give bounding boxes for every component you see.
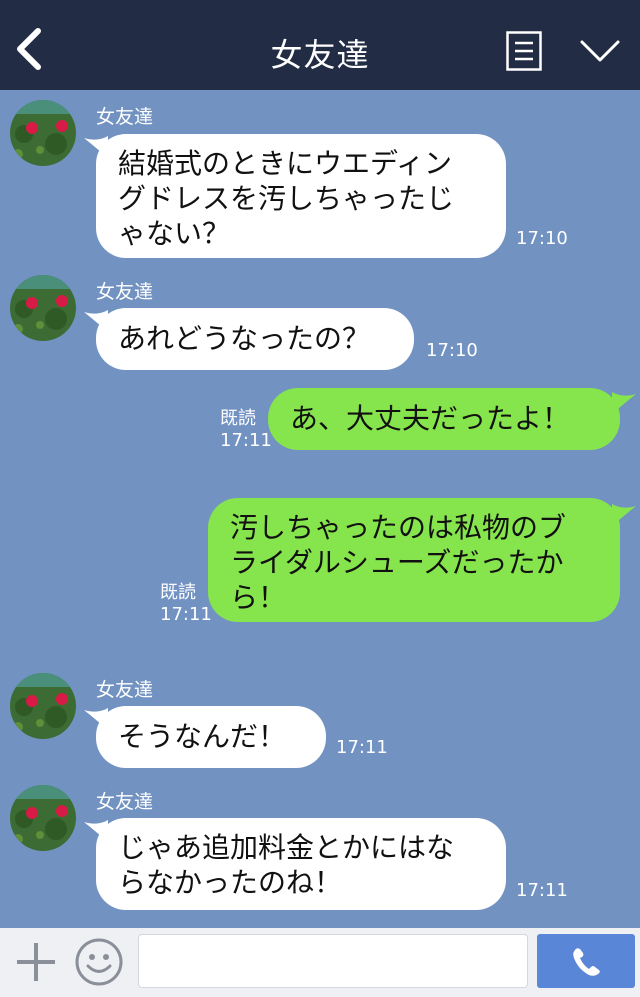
message-time: 17:10 bbox=[516, 228, 568, 249]
message-line: ゃない？ bbox=[118, 217, 231, 250]
call-button[interactable] bbox=[537, 934, 635, 988]
message-time: 17:11 bbox=[516, 880, 568, 901]
avatar-flower-icon bbox=[10, 100, 76, 166]
message-time: 17:11 bbox=[220, 430, 272, 451]
message-line: 結婚式のときにウエディン bbox=[118, 147, 453, 180]
message-line: らなかったのね！ bbox=[118, 866, 343, 899]
sender-name: 女友達 bbox=[96, 106, 154, 128]
read-receipt: 既読 17:11 bbox=[160, 582, 212, 626]
collapse-button[interactable] bbox=[578, 34, 622, 66]
chevron-down-icon bbox=[580, 40, 620, 62]
chat-header: 女友達 bbox=[0, 0, 640, 90]
emoji-button[interactable] bbox=[74, 937, 124, 987]
phone-icon bbox=[573, 948, 600, 976]
read-label: 既読 bbox=[160, 582, 196, 603]
message-line: じゃあ追加料金とかにはな bbox=[118, 831, 455, 864]
avatar-flower-icon bbox=[10, 673, 76, 739]
message-bubble-outgoing[interactable]: 汚しちゃったのは私物のブ ライダルシューズだったか ら！ bbox=[208, 498, 620, 622]
back-button[interactable] bbox=[12, 26, 52, 72]
chat-area[interactable]: 女友達 結婚式のときにウエディン グドレスを汚しちゃったじ ゃない？ 17:10… bbox=[0, 90, 640, 928]
message-bubble-incoming[interactable]: そうなんだ！ bbox=[96, 706, 326, 768]
message-line: ライダルシューズだったか bbox=[230, 546, 564, 579]
sender-name: 女友達 bbox=[96, 679, 154, 701]
sender-name: 女友達 bbox=[96, 281, 154, 303]
message-input[interactable] bbox=[138, 934, 528, 988]
avatar-flower-icon bbox=[10, 785, 76, 851]
message-bubble-outgoing[interactable]: あ、大丈夫だったよ！ bbox=[268, 388, 620, 450]
read-receipt: 既読 17:11 bbox=[220, 408, 272, 452]
message-time: 17:11 bbox=[336, 737, 388, 758]
avatar[interactable] bbox=[10, 785, 76, 851]
avatar[interactable] bbox=[10, 673, 76, 739]
message-bubble-incoming[interactable]: あれどうなったの？ bbox=[96, 308, 414, 370]
plus-icon bbox=[17, 943, 55, 981]
smiley-icon bbox=[75, 938, 123, 986]
message-bubble-incoming[interactable]: じゃあ追加料金とかにはな らなかったのね！ bbox=[96, 818, 506, 910]
chat-title: 女友達 bbox=[270, 36, 370, 74]
add-attachment-button[interactable] bbox=[14, 940, 58, 984]
message-line: そうなんだ！ bbox=[118, 720, 287, 753]
chevron-left-icon bbox=[17, 28, 41, 70]
message-line: グドレスを汚しちゃったじ bbox=[118, 182, 455, 215]
read-label: 既読 bbox=[220, 408, 256, 429]
message-time: 17:11 bbox=[160, 604, 212, 625]
avatar[interactable] bbox=[10, 100, 76, 166]
message-line: ら！ bbox=[230, 581, 287, 614]
message-bubble-incoming[interactable]: 結婚式のときにウエディン グドレスを汚しちゃったじ ゃない？ bbox=[96, 134, 506, 258]
message-line: 汚しちゃったのは私物のブ bbox=[230, 511, 567, 544]
avatar[interactable] bbox=[10, 275, 76, 341]
bubble-tail bbox=[612, 392, 636, 414]
message-time: 17:10 bbox=[426, 340, 478, 361]
document-menu-icon bbox=[506, 31, 542, 71]
message-line: あれどうなったの？ bbox=[118, 322, 371, 355]
menu-button[interactable] bbox=[506, 31, 542, 71]
avatar-flower-icon bbox=[10, 275, 76, 341]
bubble-tail bbox=[612, 504, 636, 526]
sender-name: 女友達 bbox=[96, 791, 154, 813]
message-line: あ、大丈夫だったよ！ bbox=[290, 402, 571, 435]
